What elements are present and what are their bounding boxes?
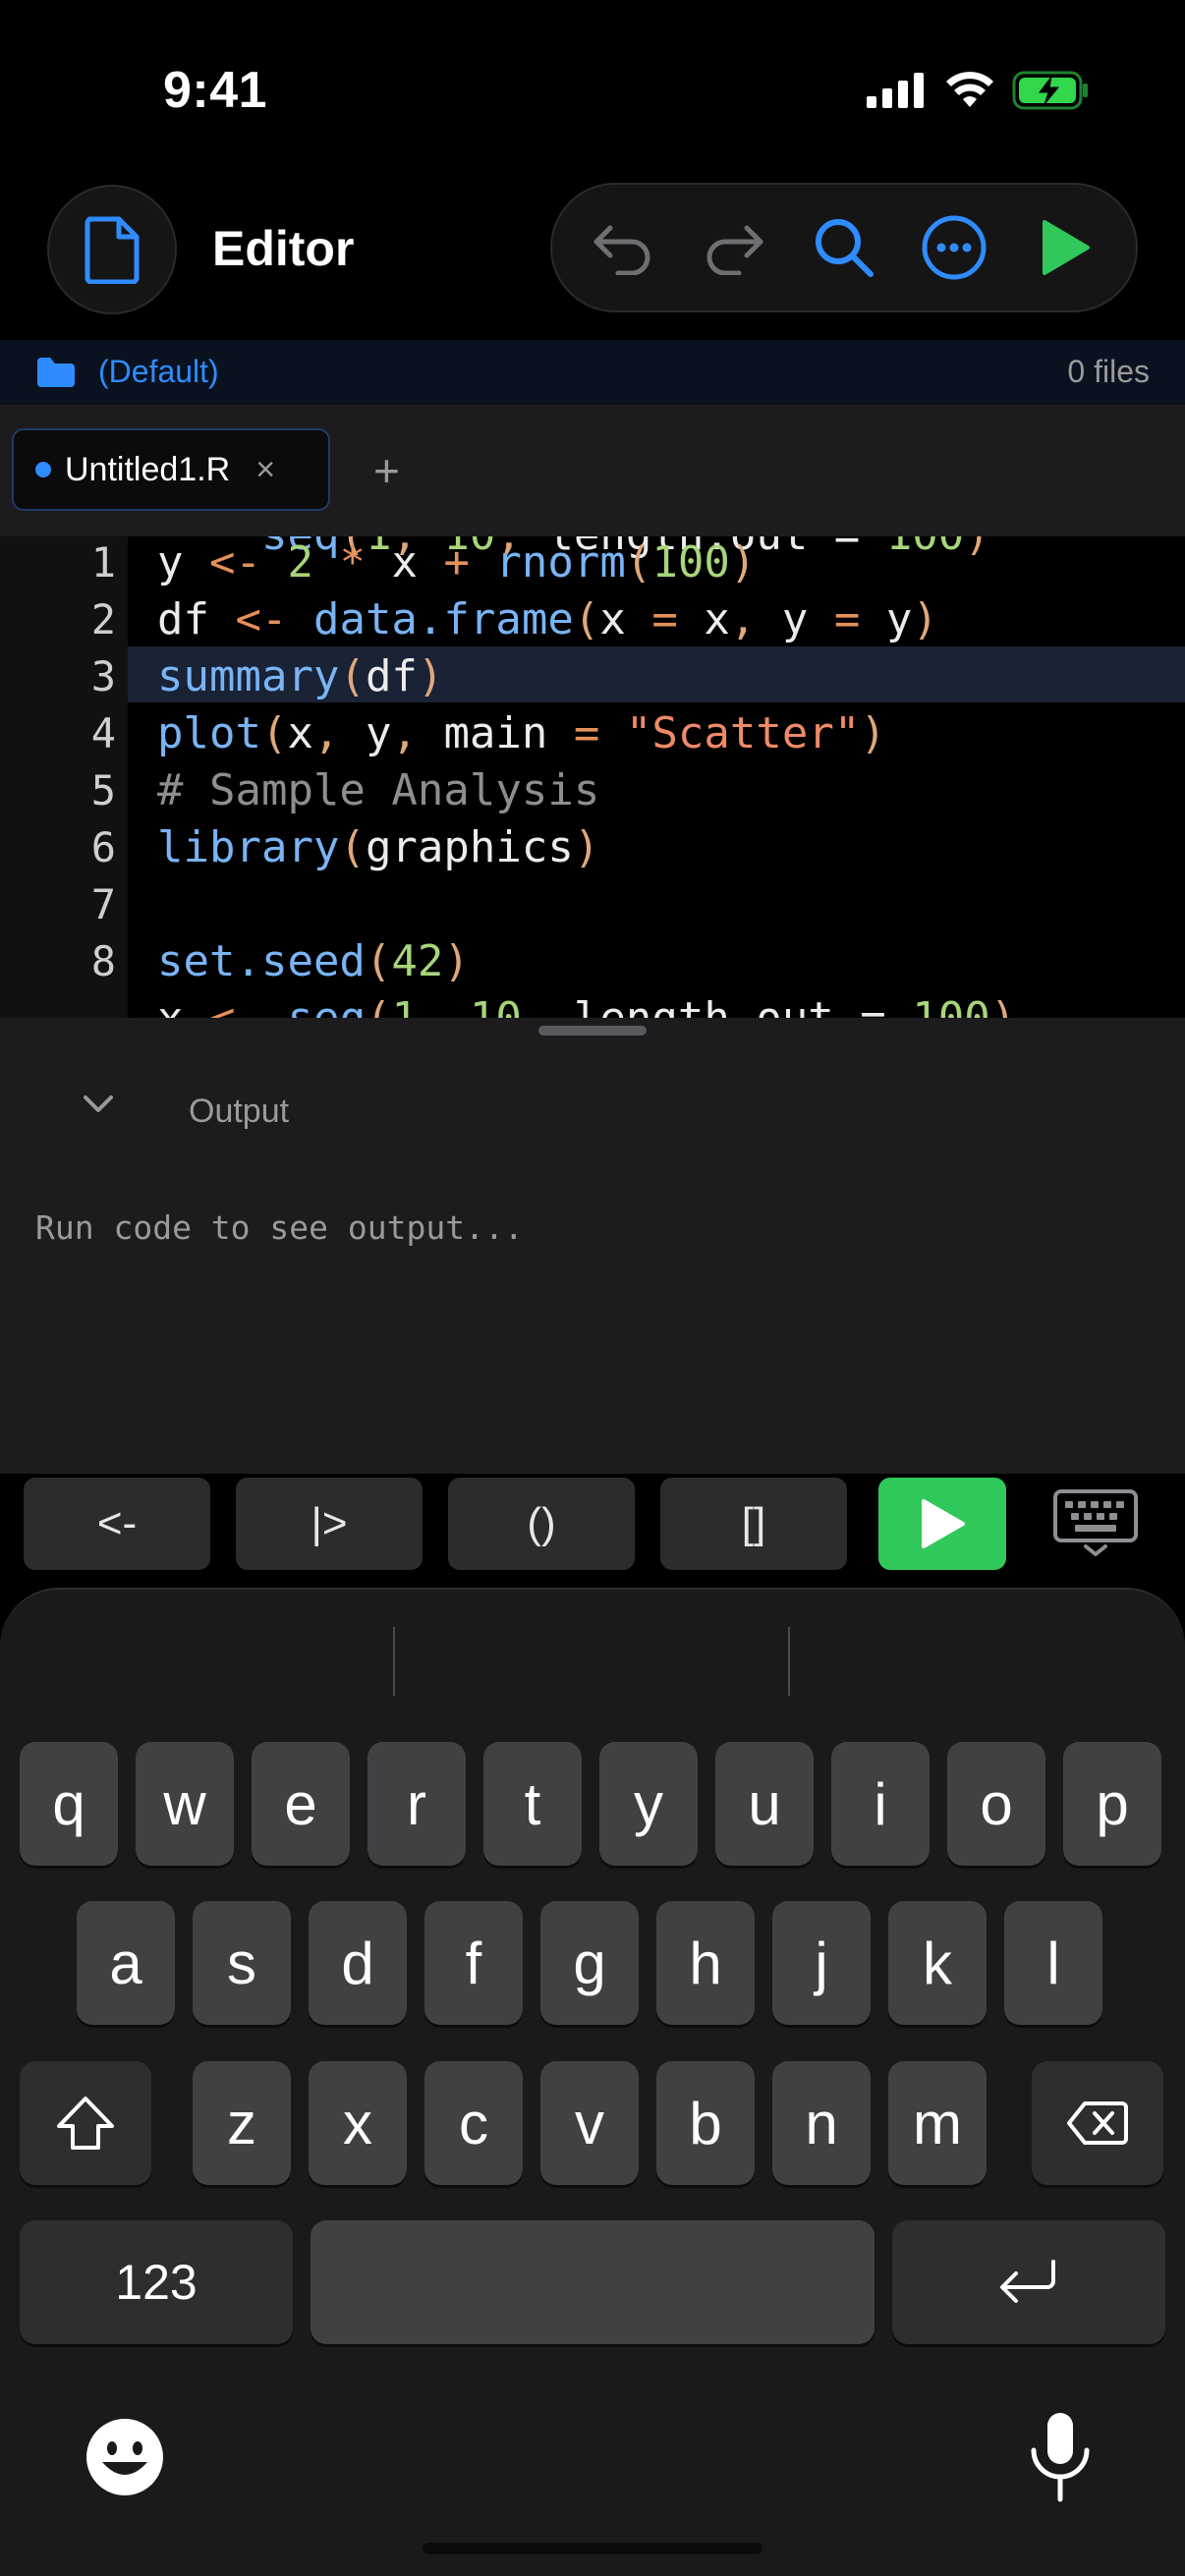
tab-label: Untitled1.R <box>65 450 231 488</box>
brackets-button[interactable]: [] <box>660 1478 847 1570</box>
space-key[interactable] <box>310 2220 875 2344</box>
delete-key[interactable] <box>1032 2061 1163 2185</box>
play-icon <box>922 1499 965 1548</box>
tab-close-button[interactable]: × <box>255 451 275 489</box>
output-placeholder: Run code to see output... <box>35 1208 524 1247</box>
key-n[interactable]: n <box>772 2061 871 2185</box>
line-number: 6 <box>90 823 116 871</box>
unsaved-dot <box>35 462 51 477</box>
page-title: Editor <box>212 221 355 276</box>
shift-icon <box>57 2097 114 2150</box>
key-k[interactable]: k <box>888 1901 987 2025</box>
microphone-icon <box>1031 2413 1090 2502</box>
resize-handle[interactable] <box>538 1026 647 1036</box>
collapse-output-button[interactable] <box>83 1094 114 1119</box>
numbers-key[interactable]: 123 <box>20 2220 293 2344</box>
key-o[interactable]: o <box>947 1742 1045 1866</box>
key-b[interactable]: b <box>656 2061 755 2185</box>
key-w[interactable]: w <box>136 1742 234 1866</box>
document-icon <box>85 216 140 284</box>
code-line: df <- data.frame(x = x, y = y) <box>157 594 938 644</box>
code-line: set.seed(42) <box>157 936 470 986</box>
line-number: 7 <box>90 880 116 928</box>
document-button[interactable] <box>47 185 177 314</box>
code-editor[interactable]: seq(1, 10, length.out = 100) 1 2 3 4 5 6… <box>0 536 1185 1018</box>
key-l[interactable]: l <box>1004 1901 1102 2025</box>
tab-untitled1[interactable]: Untitled1.R × <box>12 428 330 511</box>
code-line-partial-bottom: x <- seq(1, 10, length.out = 100) <box>157 990 1016 1018</box>
code-line: summary(df) <box>157 651 444 701</box>
key-a[interactable]: a <box>77 1901 175 2025</box>
shift-key[interactable] <box>20 2061 151 2185</box>
file-count: 0 files <box>1067 354 1150 389</box>
code-line: y <- 2 * x + rnorm(100) <box>157 537 757 588</box>
battery-charging-icon <box>1012 71 1088 110</box>
status-time: 9:41 <box>163 62 268 119</box>
dismiss-keyboard-button[interactable] <box>1051 1487 1140 1563</box>
suggestion-divider <box>393 1627 395 1696</box>
chevron-down-icon <box>84 1095 113 1112</box>
dictation-button[interactable] <box>1026 2411 1095 2510</box>
key-z[interactable]: z <box>193 2061 291 2185</box>
key-r[interactable]: r <box>367 1742 466 1866</box>
emoji-icon <box>86 2419 163 2495</box>
editor-toolbar <box>550 183 1138 312</box>
run-button[interactable] <box>1021 203 1109 292</box>
line-number: 2 <box>90 595 116 644</box>
key-u[interactable]: u <box>715 1742 814 1866</box>
key-s[interactable]: s <box>193 1901 291 2025</box>
redo-icon <box>706 225 763 275</box>
return-key[interactable] <box>892 2220 1165 2344</box>
code-line: library(graphics) <box>157 822 600 872</box>
redo-button[interactable] <box>690 203 778 292</box>
key-g[interactable]: g <box>540 1901 639 2025</box>
more-icon <box>922 215 987 280</box>
run-code-button[interactable] <box>878 1478 1006 1570</box>
key-h[interactable]: h <box>656 1901 755 2025</box>
line-number: 3 <box>90 652 116 700</box>
play-icon <box>1042 220 1090 275</box>
key-d[interactable]: d <box>309 1901 407 2025</box>
code-line: plot(x, y, main = "Scatter") <box>157 708 886 758</box>
key-y[interactable]: y <box>599 1742 698 1866</box>
line-number: 4 <box>90 709 116 757</box>
suggestion-divider <box>788 1627 790 1696</box>
line-number: 5 <box>90 766 116 814</box>
key-q[interactable]: q <box>20 1742 118 1866</box>
key-x[interactable]: x <box>309 2061 407 2185</box>
key-j[interactable]: j <box>772 1901 871 2025</box>
backspace-icon <box>1067 2101 1128 2145</box>
key-v[interactable]: v <box>540 2061 639 2185</box>
output-title: Output <box>189 1092 290 1130</box>
project-name[interactable]: (Default) <box>98 354 219 390</box>
key-f[interactable]: f <box>424 1901 523 2025</box>
add-tab-button[interactable]: + <box>373 444 400 497</box>
code-line: # Sample Analysis <box>157 765 600 815</box>
line-number: 8 <box>90 937 116 985</box>
key-e[interactable]: e <box>252 1742 350 1866</box>
search-button[interactable] <box>800 203 888 292</box>
pipe-operator-button[interactable]: |> <box>236 1478 423 1570</box>
status-icons <box>867 71 1091 110</box>
home-indicator <box>423 2543 762 2554</box>
key-i[interactable]: i <box>831 1742 930 1866</box>
assign-operator-button[interactable]: <- <box>24 1478 210 1570</box>
key-m[interactable]: m <box>888 2061 987 2185</box>
line-number: 1 <box>90 538 116 587</box>
keyboard-dismiss-icon <box>1053 1489 1138 1556</box>
signal-icon <box>867 73 924 108</box>
return-icon <box>1000 2260 1055 2303</box>
undo-icon <box>593 225 650 275</box>
key-p[interactable]: p <box>1063 1742 1161 1866</box>
undo-button[interactable] <box>579 203 667 292</box>
parentheses-button[interactable]: () <box>448 1478 635 1570</box>
key-c[interactable]: c <box>424 2061 523 2185</box>
folder-icon <box>37 358 75 387</box>
emoji-button[interactable] <box>85 2417 165 2502</box>
more-button[interactable] <box>910 203 998 292</box>
wifi-icon <box>946 72 993 107</box>
search-icon <box>815 219 874 277</box>
key-t[interactable]: t <box>483 1742 582 1866</box>
